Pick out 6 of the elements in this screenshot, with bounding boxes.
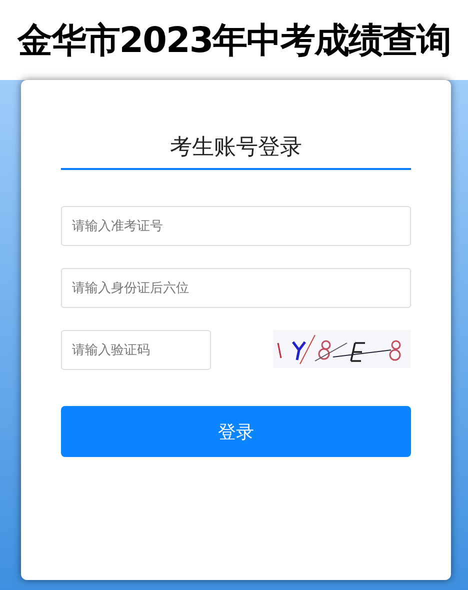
input-field[interactable]: 请输入身份证后六位 bbox=[61, 268, 411, 308]
login-button[interactable]: 登录 bbox=[61, 406, 411, 457]
captcha-image[interactable] bbox=[273, 330, 411, 368]
login-heading: 考生账号登录 bbox=[61, 132, 411, 170]
captcha-field[interactable]: 请输入验证码 bbox=[61, 330, 211, 370]
input-field[interactable]: 请输入准考证号 bbox=[61, 206, 411, 246]
